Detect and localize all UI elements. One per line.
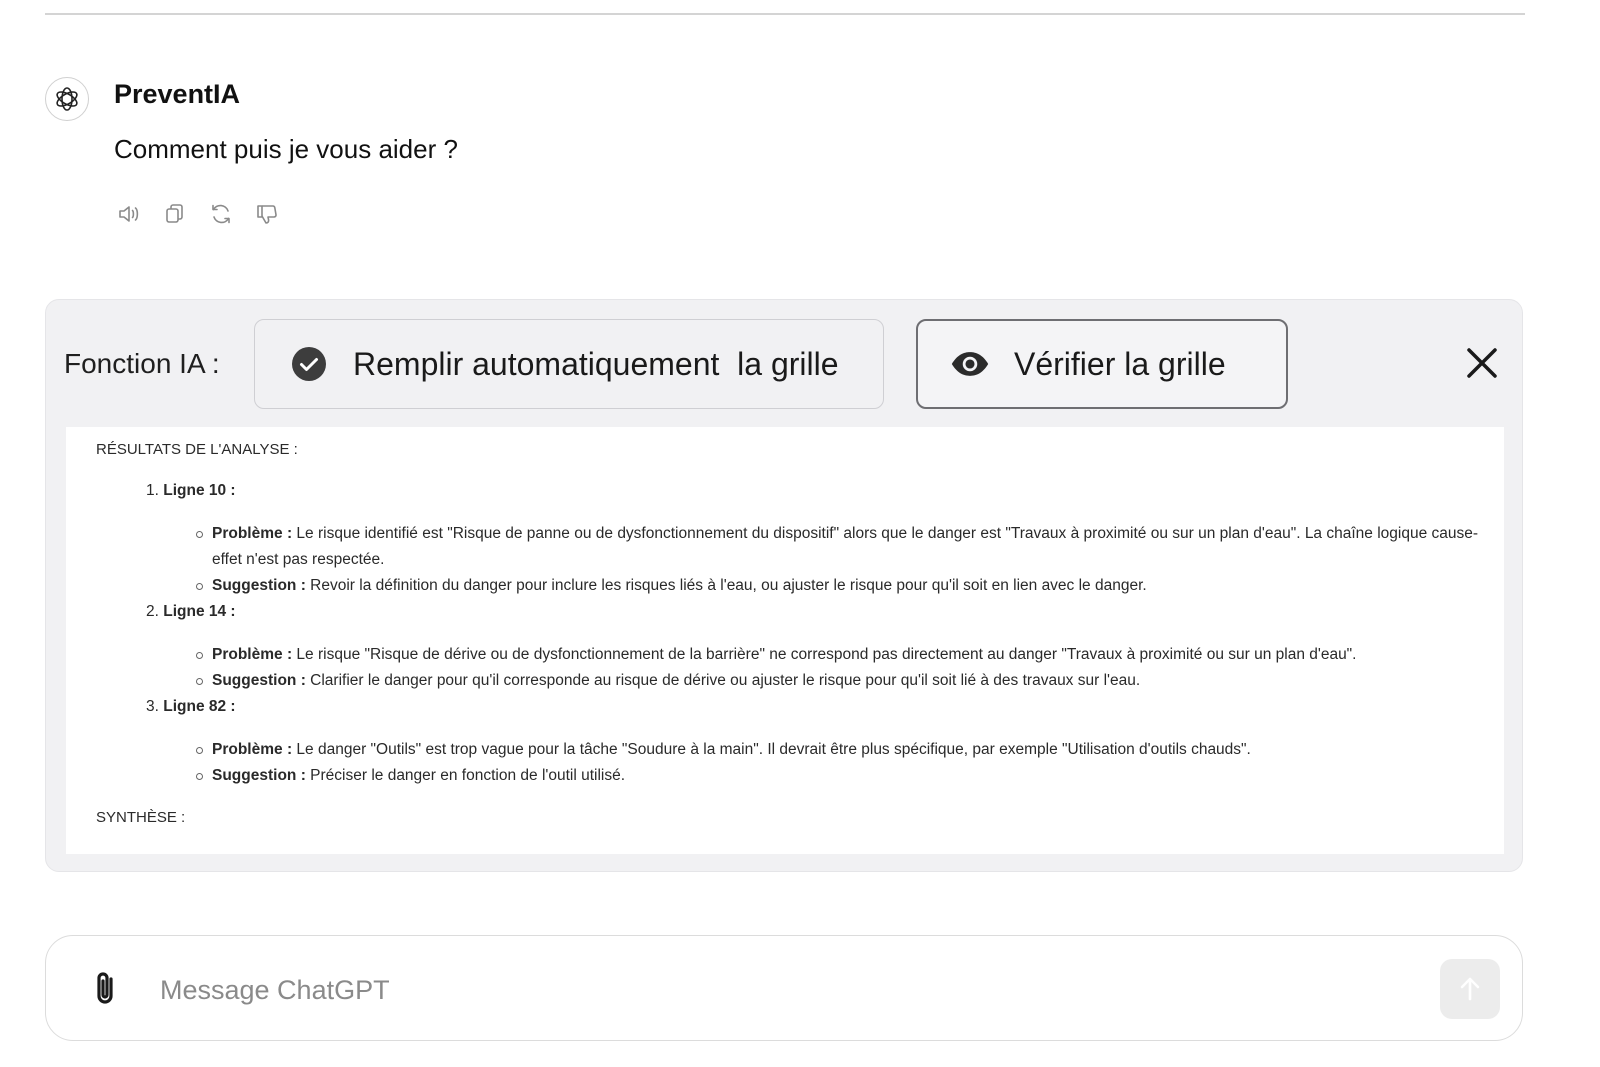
finding-number: 1. — [146, 482, 159, 499]
copy-icon[interactable] — [160, 199, 190, 229]
auto-fill-grid-label: Remplir automatiquement la grille — [353, 345, 839, 382]
finding-title: Ligne 82 : — [163, 698, 236, 715]
finding-item: 2. Ligne 14 : Problème : Le risque "Risq… — [146, 599, 1484, 694]
problem-item: Problème : Le risque identifié est "Risq… — [196, 521, 1484, 573]
assistant-name: PreventIA — [114, 79, 241, 109]
openai-logo-icon — [56, 87, 78, 111]
ai-function-label: Fonction IA : — [64, 348, 220, 379]
message-input[interactable] — [158, 964, 1412, 1016]
send-button[interactable] — [1440, 959, 1500, 1019]
suggestion-text: Clarifier le danger pour qu'il correspon… — [310, 672, 1141, 689]
finding-number: 3. — [146, 698, 159, 715]
assistant-avatar — [45, 77, 89, 121]
finding-item: 3. Ligne 82 : Problème : Le danger "Outi… — [146, 694, 1484, 789]
top-divider — [45, 13, 1525, 15]
paperclip-icon — [97, 972, 113, 1004]
message-actions — [114, 199, 282, 229]
verify-grid-button[interactable]: Vérifier la grille — [916, 319, 1288, 409]
close-icon — [1467, 348, 1497, 378]
problem-item: Problème : Le risque "Risque de dérive o… — [196, 642, 1484, 668]
problem-item: Problème : Le danger "Outils" est trop v… — [196, 737, 1484, 763]
speaker-icon[interactable] — [114, 199, 144, 229]
analysis-heading: RÉSULTATS DE L'ANALYSE : — [96, 441, 298, 458]
problem-text: Le risque identifié est "Risque de panne… — [212, 525, 1479, 568]
message-composer — [45, 935, 1523, 1041]
problem-text: Le danger "Outils" est trop vague pour l… — [296, 741, 1251, 758]
suggestion-item: Suggestion : Préciser le danger en fonct… — [196, 763, 1484, 789]
finding-item: 1. Ligne 10 : Problème : Le risque ident… — [146, 478, 1484, 599]
finding-number: 2. — [146, 603, 159, 620]
verify-grid-label: Vérifier la grille — [1014, 345, 1226, 382]
auto-fill-grid-button[interactable]: Remplir automatiquement la grille — [254, 319, 884, 409]
regenerate-icon[interactable] — [206, 199, 236, 229]
chat-page: PreventIA Comment puis je vous aider ? F… — [0, 0, 1600, 1067]
arrow-up-icon — [1460, 977, 1480, 1001]
suggestion-item: Suggestion : Revoir la définition du dan… — [196, 573, 1484, 599]
assistant-message: Comment puis je vous aider ? — [114, 134, 458, 164]
thumbs-down-icon[interactable] — [252, 199, 282, 229]
problem-text: Le risque "Risque de dérive ou de dysfon… — [296, 646, 1357, 663]
attach-button[interactable] — [88, 968, 124, 1010]
analysis-results: RÉSULTATS DE L'ANALYSE : 1. Ligne 10 : P… — [66, 427, 1504, 854]
ai-function-panel: Fonction IA : Remplir automatiquement la… — [45, 299, 1523, 872]
suggestion-text: Préciser le danger en fonction de l'outi… — [310, 767, 626, 784]
close-panel-button[interactable] — [1464, 345, 1500, 381]
suggestion-item: Suggestion : Clarifier le danger pour qu… — [196, 668, 1484, 694]
finding-title: Ligne 10 : — [163, 482, 236, 499]
findings-list: 1. Ligne 10 : Problème : Le risque ident… — [96, 478, 1484, 789]
synthesis-heading: SYNTHÈSE : — [96, 809, 186, 826]
check-circle-icon — [289, 344, 329, 384]
suggestion-text: Revoir la définition du danger pour incl… — [310, 577, 1147, 594]
eye-icon — [950, 344, 990, 384]
finding-title: Ligne 14 : — [163, 603, 236, 620]
